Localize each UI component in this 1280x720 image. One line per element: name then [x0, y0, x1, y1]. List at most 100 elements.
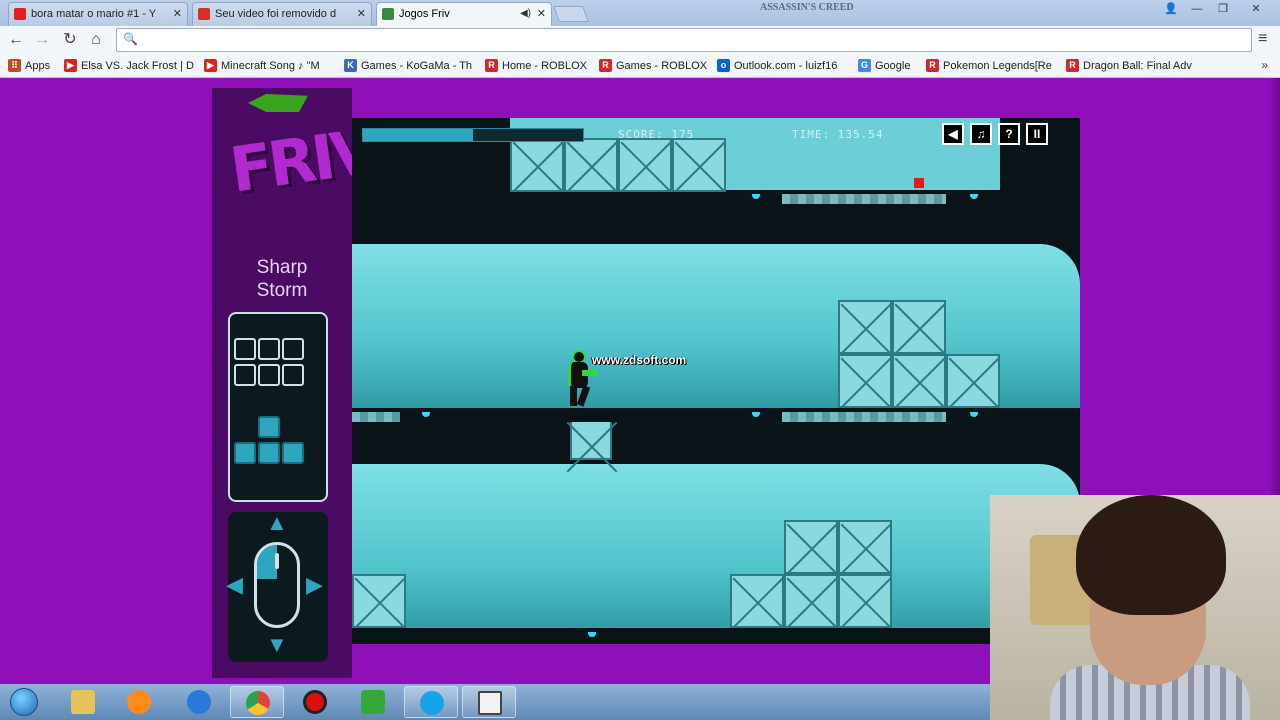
music-toggle-button[interactable]: ♫ [970, 123, 992, 145]
youtube-icon: ▶ [204, 59, 217, 72]
mouse-left-button-icon [257, 545, 277, 579]
taskbar-green-app[interactable] [346, 686, 400, 718]
bookmark-elsa-jack-frost[interactable]: ▶ Elsa VS. Jack Frost | Di [64, 58, 194, 74]
back-button[interactable]: ← [6, 30, 26, 50]
tab-youtube-video[interactable]: bora matar o mario #1 - Y ✕ [8, 2, 188, 26]
level-progress-fill [363, 129, 473, 141]
bookmark-roblox-games[interactable]: R Games - ROBLOX [599, 58, 707, 74]
crate [838, 354, 892, 408]
taskbar-internet-explorer[interactable] [172, 686, 226, 718]
tab-title: bora matar o mario #1 - Y [31, 8, 157, 20]
chrome-menu-icon[interactable]: ≡ [1258, 30, 1274, 48]
bookmark-label: Dragon Ball: Final Adv [1083, 60, 1192, 72]
arrow-up-icon: ▲ [266, 510, 288, 535]
roblox-icon: R [485, 59, 498, 72]
key-a-icon [234, 442, 256, 464]
arrow-right-icon: ▶ [306, 572, 323, 597]
game-title-line2: Storm [256, 280, 308, 301]
crate [352, 574, 406, 628]
player-leg [576, 385, 591, 407]
score-label: SCORE: 175 [618, 128, 695, 141]
taskbar-presentation[interactable] [462, 686, 516, 718]
bookmark-dragon-ball[interactable]: R Dragon Ball: Final Adv [1066, 58, 1192, 74]
crate [838, 574, 892, 628]
bookmark-label: Games - ROBLOX [616, 60, 708, 72]
crate [946, 354, 1000, 408]
bookmark-label: Elsa VS. Jack Frost | Di [81, 60, 194, 72]
window-brand: ASSASSIN'S CREED [760, 2, 854, 13]
close-window-button[interactable]: ✕ [1236, 0, 1276, 18]
record-icon [303, 690, 327, 714]
tab-jogos-friv[interactable]: Jogos Friv ◀) ✕ [376, 2, 552, 26]
bookmark-pokemon-legends[interactable]: R Pokemon Legends[Re [926, 58, 1052, 74]
folder-icon [71, 690, 95, 714]
player-gun [582, 370, 598, 376]
reload-button[interactable]: ↻ [60, 30, 80, 50]
key-w-icon [258, 416, 280, 438]
metal-rail [782, 194, 946, 204]
taskbar-skype[interactable] [404, 686, 458, 718]
bookmark-label: Outlook.com - luizf16 [734, 60, 838, 72]
bookmark-label: Minecraft Song ♪ "M [221, 60, 320, 72]
address-bar[interactable]: 🔍 [116, 28, 1252, 52]
close-tab-icon[interactable]: ✕ [173, 3, 182, 25]
start-button[interactable] [4, 686, 44, 718]
minimize-button[interactable]: — [1184, 0, 1210, 18]
green-app-icon [361, 690, 385, 714]
roblox-icon: R [599, 59, 612, 72]
close-tab-icon[interactable]: ✕ [537, 3, 546, 25]
forward-button[interactable]: → [32, 30, 52, 50]
red-switch-icon [914, 178, 924, 188]
taskbar-media-player[interactable] [112, 686, 166, 718]
crate [730, 574, 784, 628]
time-label: TIME: 135.54 [792, 128, 884, 141]
tab-gmail[interactable]: Seu video foi removido d ✕ [192, 2, 372, 26]
key-icon [282, 338, 304, 360]
webcam-overlay [990, 495, 1280, 720]
skype-icon [420, 691, 444, 715]
home-button[interactable]: ⌂ [86, 30, 106, 50]
bookmark-google[interactable]: G Google [858, 58, 910, 74]
restore-button[interactable]: ❐ [1210, 0, 1236, 18]
bookmarks-bar: ⠿ Apps ▶ Elsa VS. Jack Frost | Di ▶ Minecra… [0, 54, 1280, 78]
bookmark-label: Pokemon Legends[Re [943, 60, 1052, 72]
youtube-icon [14, 8, 26, 20]
key-icon [234, 338, 256, 360]
media-player-icon [127, 690, 151, 714]
key-icon [258, 364, 280, 386]
user-icon[interactable]: 👤 [1158, 0, 1184, 18]
bookmark-kogama[interactable]: K Games - KoGaMa - Th [344, 58, 472, 74]
close-tab-icon[interactable]: ✕ [357, 3, 366, 25]
mouse-controls-panel: ▲ ◀ ▶ ▼ [226, 510, 328, 662]
crate [838, 300, 892, 354]
more-bookmarks-button[interactable]: » [1261, 58, 1268, 72]
back-arrow-icon[interactable] [248, 94, 308, 112]
bookmark-outlook[interactable]: o Outlook.com - luizf16 [717, 58, 837, 74]
google-icon: G [858, 59, 871, 72]
apps-grid-icon: ⠿ [8, 59, 21, 72]
metal-rail [782, 412, 946, 422]
bookmark-minecraft-song[interactable]: ▶ Minecraft Song ♪ "M [204, 58, 320, 74]
pause-button[interactable]: II [1026, 123, 1048, 145]
search-icon: 🔍 [123, 32, 138, 46]
bookmark-roblox-home[interactable]: R Home - ROBLOX [485, 58, 587, 74]
help-button[interactable]: ? [998, 123, 1020, 145]
bookmark-label: Apps [25, 60, 51, 72]
friv-icon [382, 8, 394, 20]
tab-title: Seu video foi removido d [215, 8, 337, 20]
taskbar-explorer[interactable] [56, 686, 110, 718]
bookmark-apps[interactable]: ⠿ Apps [8, 58, 50, 74]
roblox-icon: R [926, 59, 939, 72]
taskbar-chrome[interactable] [230, 686, 284, 718]
window-controls: 👤 — ❐ ✕ [1158, 0, 1276, 20]
crate [570, 418, 612, 460]
taskbar [0, 684, 990, 720]
sound-toggle-button[interactable]: ◀ [942, 123, 964, 145]
tab-strip: bora matar o mario #1 - Y ✕ Seu video fo… [0, 0, 1280, 26]
taskbar-recorder[interactable] [288, 686, 342, 718]
game-hud: SCORE: 175 TIME: 135.54 ◀ ♫ ? II [352, 118, 1080, 150]
webcam-person-hair [1076, 495, 1226, 615]
game-canvas[interactable]: www.zdsoft.com SCORE: 175 TIME: 135.54 ◀… [352, 118, 1080, 644]
crate [784, 520, 838, 574]
new-tab-button[interactable] [553, 6, 589, 22]
